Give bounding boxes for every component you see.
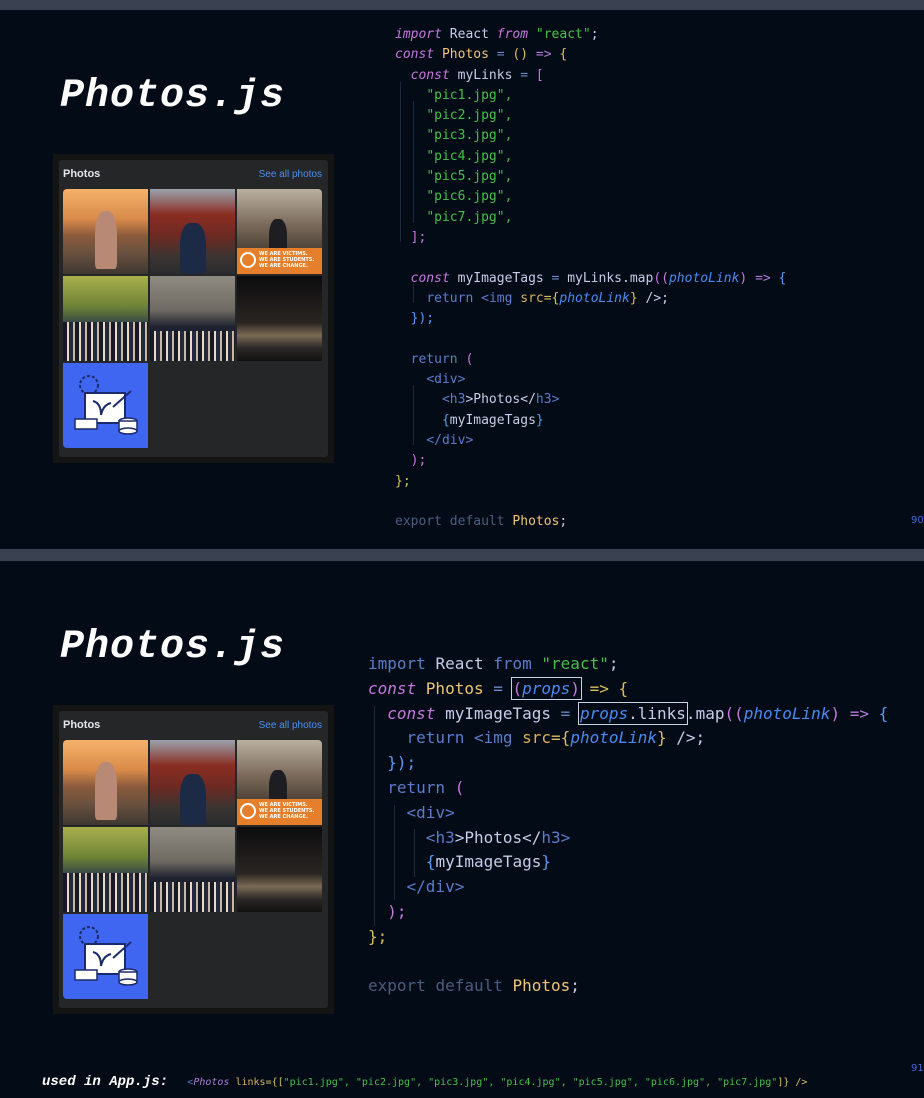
footer-code: ]} /> <box>777 1077 808 1088</box>
photo-tile-7[interactable] <box>63 914 148 999</box>
photo-tile-7[interactable] <box>63 363 148 448</box>
photos-card: Photos See all photos WE ARE VICTIMS. WE… <box>53 705 334 1014</box>
photo-tile-4[interactable] <box>63 276 148 361</box>
page-number: 90 <box>911 515 924 526</box>
footer-code: "pic1.jpg", "pic2.jpg", "pic3.jpg", "pic… <box>283 1077 778 1088</box>
slide-divider <box>0 549 924 561</box>
footer-label: used in App.js: <box>42 1074 169 1090</box>
footer-code: Photos <box>193 1077 230 1088</box>
footer-code: ={[ <box>265 1077 284 1088</box>
photo-tile-1[interactable] <box>63 189 148 274</box>
photo-tile-1[interactable] <box>63 740 148 825</box>
slide-1: Photos.js Photos See all photos WE ARE V… <box>0 10 924 549</box>
code-block: import React from "react"; const Photos … <box>395 27 787 530</box>
page-number: 91 <box>911 1063 924 1074</box>
slide-title: Photos.js <box>60 625 286 670</box>
footer-code: links <box>229 1077 266 1088</box>
photos-card-header: Photos <box>63 168 101 180</box>
props-links-highlight: props.links <box>577 701 688 725</box>
footer-usage: used in App.js: <Photos links={["pic1.jp… <box>42 1070 807 1090</box>
photo-tile-3[interactable]: WE ARE VICTIMS. WE ARE STUDENTS. WE ARE … <box>237 189 322 274</box>
photos-card: Photos See all photos WE ARE VICTIMS. WE… <box>53 154 334 463</box>
photo-tile-3[interactable]: WE ARE VICTIMS. WE ARE STUDENTS. WE ARE … <box>237 740 322 825</box>
protest-banner: WE ARE VICTIMS. WE ARE STUDENTS. WE ARE … <box>237 799 322 825</box>
photo-tile-2[interactable] <box>150 740 235 825</box>
photo-tile-6[interactable] <box>237 827 322 912</box>
illustration-icon <box>74 375 138 435</box>
top-bar <box>0 0 924 10</box>
slide-title: Photos.js <box>60 74 286 119</box>
banner-line: WE ARE CHANGE. <box>259 263 308 269</box>
code-block: import React from "react"; const Photos … <box>368 654 889 996</box>
photos-card-inner: Photos See all photos WE ARE VICTIMS. WE… <box>59 160 328 457</box>
see-all-photos-link[interactable]: See all photos <box>259 720 322 731</box>
photo-tile-2[interactable] <box>150 189 235 274</box>
photo-tile-5[interactable] <box>150 276 235 361</box>
photo-tile-6[interactable] <box>237 276 322 361</box>
slide-2: Photos.js Photos See all photos WE ARE V… <box>0 561 924 1098</box>
photo-tile-5[interactable] <box>150 827 235 912</box>
photo-tile-4[interactable] <box>63 827 148 912</box>
photos-card-inner: Photos See all photos WE ARE VICTIMS. WE… <box>59 711 328 1008</box>
banner-line: WE ARE CHANGE. <box>259 814 308 820</box>
props-param-highlight: (props) <box>510 676 582 700</box>
photos-card-header: Photos <box>63 719 101 731</box>
illustration-icon <box>74 926 138 986</box>
see-all-photos-link[interactable]: See all photos <box>259 169 322 180</box>
peace-sign-icon <box>240 803 256 819</box>
peace-sign-icon <box>240 252 256 268</box>
protest-banner: WE ARE VICTIMS. WE ARE STUDENTS. WE ARE … <box>237 248 322 274</box>
